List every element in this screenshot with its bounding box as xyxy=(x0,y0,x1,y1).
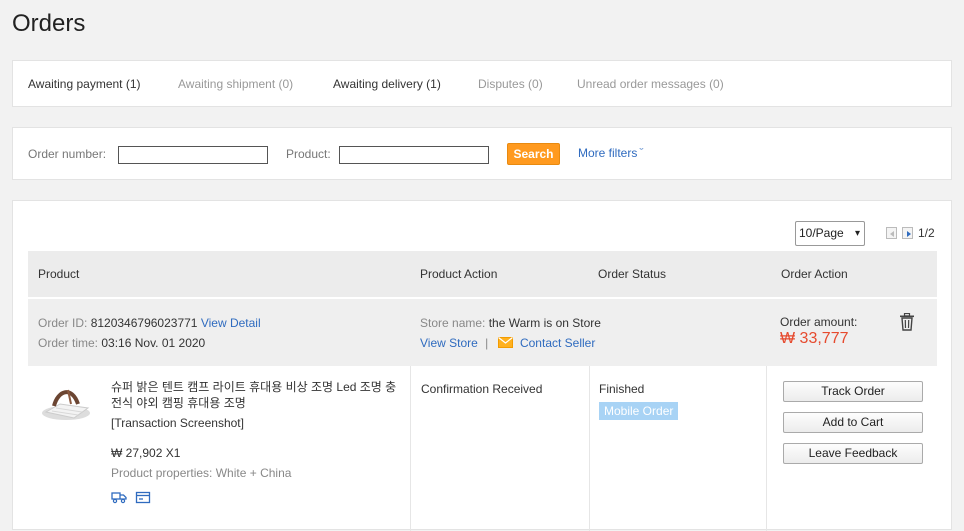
col-product: Product xyxy=(38,267,79,281)
col-order-action: Order Action xyxy=(781,267,848,281)
link-separator: | xyxy=(485,336,488,350)
tab-awaiting-shipment[interactable]: Awaiting shipment (0) xyxy=(178,77,293,91)
card-icon[interactable] xyxy=(135,490,151,504)
order-status-text: Finished xyxy=(599,382,644,396)
order-number-input[interactable] xyxy=(118,146,268,164)
order-id-line: Order ID: 8120346796023771 View Detail xyxy=(38,316,261,330)
order-status-tabs: Awaiting payment (1) Awaiting shipment (… xyxy=(12,60,952,107)
order-summary: Order ID: 8120346796023771 View Detail O… xyxy=(28,299,937,366)
tab-unread-messages[interactable]: Unread order messages (0) xyxy=(577,77,724,91)
chevron-down-icon: ˇ xyxy=(640,147,644,157)
order-item-row: 슈퍼 밝은 텐트 캠프 라이트 휴대용 비상 조명 Led 조명 충전식 야외 … xyxy=(28,366,937,531)
order-id-label: Order ID: xyxy=(38,316,87,330)
order-amount-value: ₩ 33,777 xyxy=(780,330,848,348)
page-size-select[interactable]: 10/Page ▾ xyxy=(795,221,865,246)
page-size-value: 10/Page xyxy=(799,226,844,240)
filter-bar: Order number: Product: Search More filte… xyxy=(12,127,952,180)
next-page-button[interactable] xyxy=(902,227,913,239)
more-filters-link[interactable]: More filtersˇ xyxy=(578,146,643,160)
transaction-screenshot-link[interactable]: [Transaction Screenshot] xyxy=(111,416,244,430)
store-name-line: Store name: the Warm is on Store xyxy=(420,316,601,330)
order-time-line: Order time: 03:16 Nov. 01 2020 xyxy=(38,336,205,350)
product-thumbnail[interactable] xyxy=(38,378,98,428)
prev-page-button[interactable] xyxy=(886,227,897,239)
trash-icon[interactable] xyxy=(899,313,915,331)
triangle-left-icon xyxy=(887,228,898,240)
store-links: View Store | Contact Seller xyxy=(420,336,595,350)
page-title: Orders xyxy=(12,10,85,38)
envelope-icon xyxy=(498,337,513,348)
order-id-value: 8120346796023771 xyxy=(91,316,198,330)
product-action-text: Confirmation Received xyxy=(421,382,542,396)
product-input[interactable] xyxy=(339,146,489,164)
product-price-quantity: ₩ 27,902 X1 xyxy=(111,446,180,460)
orders-panel: 10/Page ▾ 1/2 Product Product Action Ord… xyxy=(12,200,952,530)
tab-awaiting-delivery[interactable]: Awaiting delivery (1) xyxy=(333,77,441,91)
search-button[interactable]: Search xyxy=(507,143,560,165)
more-filters-label: More filters xyxy=(578,146,637,160)
tab-awaiting-payment[interactable]: Awaiting payment (1) xyxy=(28,77,141,91)
page-count: 1/2 xyxy=(918,226,935,240)
contact-seller-link[interactable]: Contact Seller xyxy=(520,336,595,350)
order-number-label: Order number: xyxy=(28,147,106,161)
mobile-order-badge: Mobile Order xyxy=(599,402,678,420)
column-divider xyxy=(589,366,590,531)
triangle-right-icon xyxy=(903,228,914,240)
order-time-value: 03:16 Nov. 01 2020 xyxy=(101,336,205,350)
column-divider xyxy=(766,366,767,531)
add-to-cart-button[interactable]: Add to Cart xyxy=(783,412,923,433)
col-product-action: Product Action xyxy=(420,267,497,281)
table-header: Product Product Action Order Status Orde… xyxy=(28,251,937,297)
track-order-button[interactable]: Track Order xyxy=(783,381,923,402)
column-divider xyxy=(410,366,411,531)
order-time-label: Order time: xyxy=(38,336,98,350)
store-name-value: the Warm is on Store xyxy=(489,316,601,330)
product-label: Product: xyxy=(286,147,331,161)
product-name[interactable]: 슈퍼 밝은 텐트 캠프 라이트 휴대용 비상 조명 Led 조명 충전식 야외 … xyxy=(111,379,401,411)
view-detail-link[interactable]: View Detail xyxy=(201,316,261,330)
select-caret-icon: ▾ xyxy=(855,222,860,245)
store-name-label: Store name: xyxy=(420,316,485,330)
col-order-status: Order Status xyxy=(598,267,666,281)
tab-disputes[interactable]: Disputes (0) xyxy=(478,77,543,91)
truck-icon[interactable] xyxy=(111,490,127,504)
product-properties: Product properties: White + China xyxy=(111,466,291,480)
leave-feedback-button[interactable]: Leave Feedback xyxy=(783,443,923,464)
order-amount-label: Order amount: xyxy=(780,315,857,329)
view-store-link[interactable]: View Store xyxy=(420,336,478,350)
